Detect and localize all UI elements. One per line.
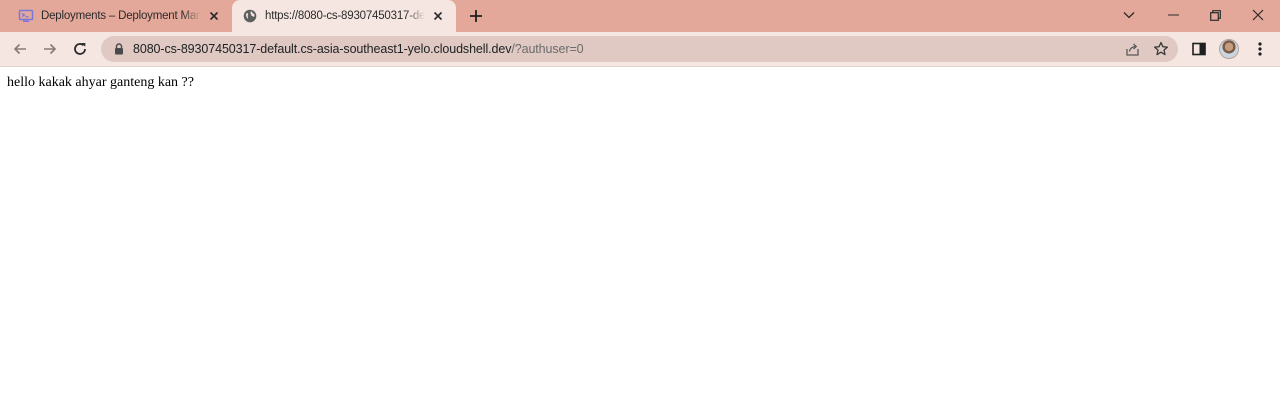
lock-icon[interactable] <box>112 42 126 56</box>
more-vert-icon <box>1258 42 1262 56</box>
url-path: /?authuser=0 <box>511 42 584 56</box>
close-window-button[interactable] <box>1237 0 1279 30</box>
globe-icon <box>242 8 258 24</box>
plus-icon <box>470 10 482 22</box>
side-panel-button[interactable] <box>1187 37 1211 61</box>
minimize-button[interactable] <box>1152 0 1194 30</box>
tab-deployments[interactable]: Deployments – Deployment Manager <box>8 0 232 32</box>
toolbar: 8080-cs-89307450317-default.cs-asia-sout… <box>0 32 1280 66</box>
minimize-icon <box>1167 14 1179 16</box>
tab-search-button[interactable] <box>1108 0 1150 30</box>
reload-icon <box>74 43 86 55</box>
chevron-down-icon <box>1123 12 1135 19</box>
arrow-left-icon <box>13 43 26 55</box>
url-host: 8080-cs-89307450317-default.cs-asia-sout… <box>133 42 512 56</box>
tab-strip: Deployments – Deployment Manager https:/… <box>0 0 1280 32</box>
new-tab-button[interactable] <box>465 5 487 27</box>
browser-window: Deployments – Deployment Manager https:/… <box>0 0 1280 407</box>
forward-button[interactable] <box>38 37 62 61</box>
menu-button[interactable] <box>1248 37 1272 61</box>
back-button[interactable] <box>8 37 32 61</box>
bookmark-star-icon[interactable] <box>1152 40 1170 58</box>
address-bar[interactable]: 8080-cs-89307450317-default.cs-asia-sout… <box>101 36 1178 62</box>
tab-title: Deployments – Deployment Manager <box>41 10 201 22</box>
restore-button[interactable] <box>1194 0 1236 30</box>
page-body-text: hello kakak ahyar ganteng kan ?? <box>7 75 194 90</box>
side-panel-icon <box>1192 42 1206 56</box>
close-icon[interactable] <box>206 8 222 24</box>
share-icon[interactable] <box>1123 40 1141 58</box>
reload-button[interactable] <box>68 37 92 61</box>
close-icon <box>1252 9 1264 21</box>
cloud-shell-icon <box>18 8 34 24</box>
page-content: hello kakak ahyar ganteng kan ?? <box>0 67 1280 407</box>
tab-cloudshell-preview[interactable]: https://8080-cs-89307450317-default.cs-a… <box>232 0 456 32</box>
url-text: 8080-cs-89307450317-default.cs-asia-sout… <box>133 36 584 62</box>
profile-button[interactable] <box>1217 37 1241 61</box>
arrow-right-icon <box>44 43 57 55</box>
tab-title: https://8080-cs-89307450317-default.cs-a… <box>265 10 425 22</box>
close-icon[interactable] <box>430 8 446 24</box>
avatar <box>1219 39 1239 59</box>
restore-icon <box>1209 9 1221 21</box>
